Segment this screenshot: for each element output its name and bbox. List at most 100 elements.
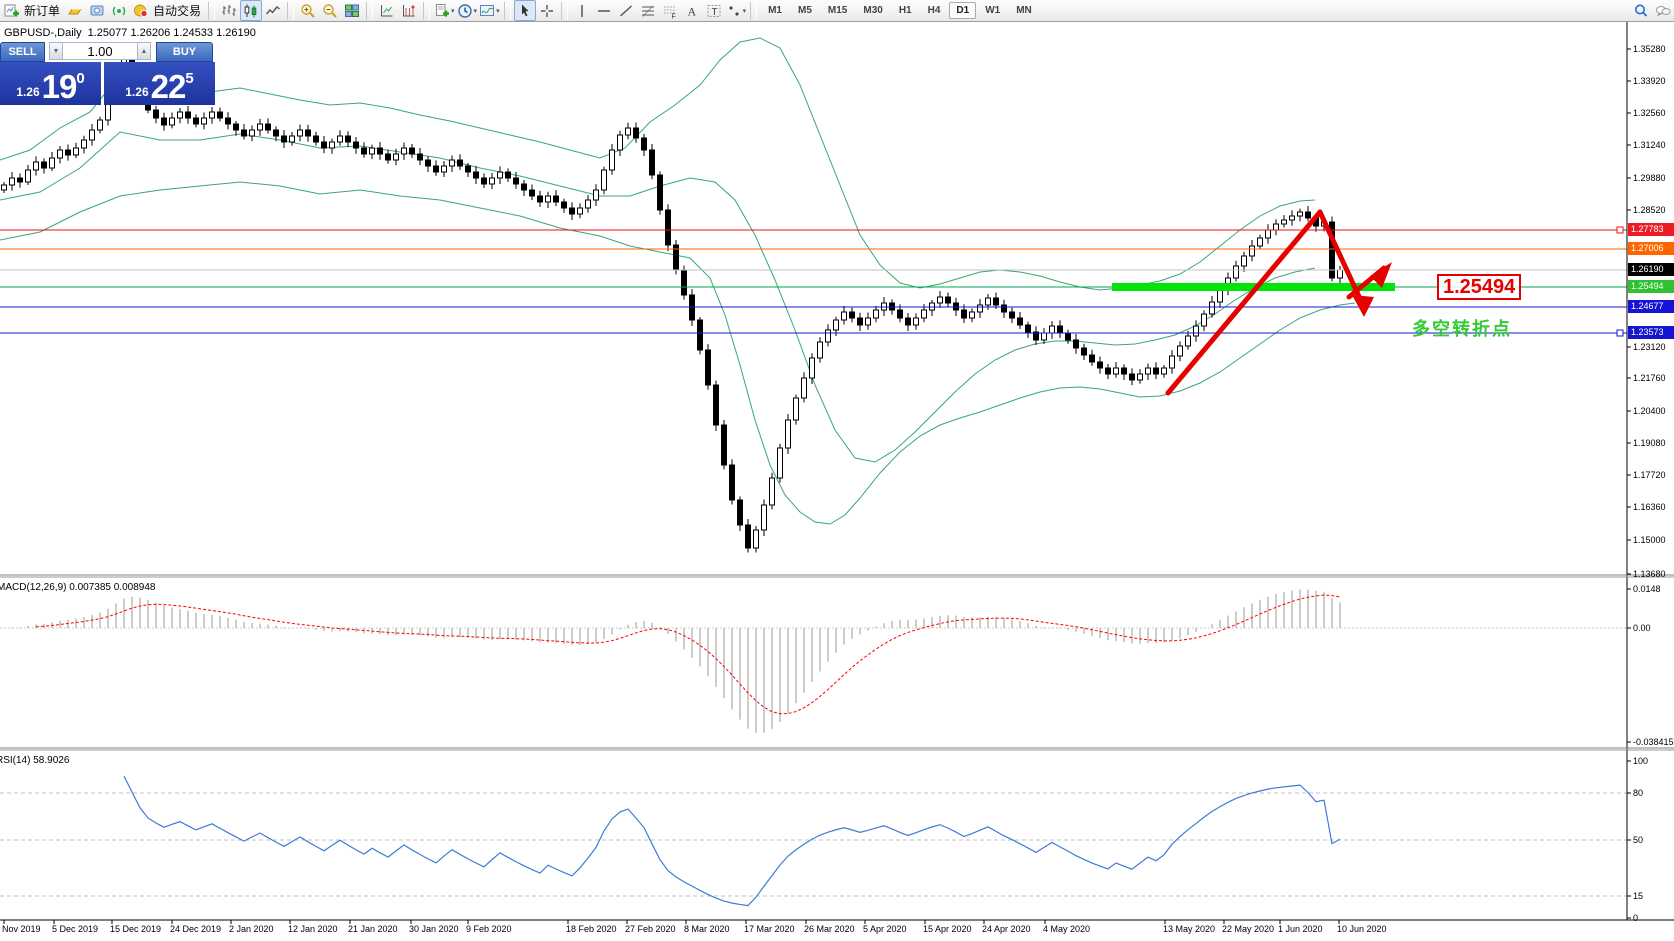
- svg-text:T: T: [711, 7, 717, 18]
- lot-spinner: ▼ ▲: [49, 42, 151, 60]
- toolbar-separator: [504, 2, 511, 20]
- crosshair-tool-button[interactable]: [536, 0, 558, 21]
- indicators-button[interactable]: ▾: [478, 0, 501, 21]
- date-tick-label: 13 May 2020: [1163, 924, 1215, 934]
- fibonacci-tool-button[interactable]: F: [659, 0, 681, 21]
- price-axis-tick-label: 1.29880: [1633, 173, 1666, 183]
- buy-price-display[interactable]: 1.26 22 5: [104, 62, 215, 105]
- trendline-icon: [618, 3, 634, 19]
- trendline-tool-button[interactable]: [615, 0, 637, 21]
- autotrading-button-label[interactable]: 自动交易: [153, 2, 201, 19]
- trade-panel-controls: SELL ▼ ▲ BUY: [0, 42, 215, 60]
- arrange-grid-button[interactable]: [398, 0, 420, 21]
- dropdown-caret-icon: ▾: [451, 7, 455, 15]
- cursor-tool-button[interactable]: [514, 0, 536, 21]
- date-tick-label: 10 Jun 2020: [1337, 924, 1387, 934]
- arrows-tool-button[interactable]: ▾: [725, 0, 748, 21]
- toolbar-separator: [208, 2, 215, 20]
- text-label-tool-button[interactable]: T: [703, 0, 725, 21]
- date-tick-label: 21 Jan 2020: [348, 924, 398, 934]
- timeframe-button-mn[interactable]: MN: [1009, 2, 1039, 19]
- bar-chart-icon: [221, 3, 237, 19]
- line-anchor-handle[interactable]: [1617, 227, 1623, 233]
- date-tick-label: 15 Apr 2020: [923, 924, 972, 934]
- timeframe-button-h1[interactable]: H1: [892, 2, 919, 19]
- template-icon: [434, 3, 450, 19]
- line-anchor-handle[interactable]: [1617, 330, 1623, 336]
- macd-signal-value: 0.008948: [114, 582, 156, 593]
- timeframe-button-w1[interactable]: W1: [978, 2, 1007, 19]
- date-tick-label: 27 Feb 2020: [625, 924, 676, 934]
- lot-decrease-button[interactable]: ▼: [49, 42, 63, 60]
- timeframe-button-m1[interactable]: M1: [761, 2, 789, 19]
- zoom-out-icon: [322, 3, 338, 19]
- autotrading-button[interactable]: [130, 0, 152, 21]
- lot-size-input[interactable]: [63, 42, 137, 60]
- macd-axis-label: -0.038415: [1633, 737, 1674, 747]
- date-tick-label: 26 Mar 2020: [804, 924, 855, 934]
- date-tick-label: 9 Feb 2020: [466, 924, 512, 934]
- turning-point-note[interactable]: 多空转折点: [1412, 315, 1512, 341]
- equidistant-channel-tool-button[interactable]: [637, 0, 659, 21]
- gold-icon: [67, 3, 83, 19]
- mql-icon: [89, 3, 105, 19]
- timeframe-button-d1[interactable]: D1: [949, 2, 976, 19]
- rsi-name: RSI(14): [0, 755, 30, 766]
- gold-button[interactable]: [64, 0, 86, 21]
- toolbar-separator: [366, 2, 373, 20]
- signals-button[interactable]: [108, 0, 130, 21]
- lot-increase-button[interactable]: ▲: [137, 42, 151, 60]
- horizontal-line-tool-button[interactable]: [593, 0, 615, 21]
- trend-arrow-line[interactable]: [1168, 212, 1320, 393]
- mt4-window: 新订单自动交易▾▾▾FAT▾M1M5M15M30H1H4D1W1MN GBPUS…: [0, 0, 1674, 941]
- mql-community-button[interactable]: [86, 0, 108, 21]
- macd-main-value: 0.007385: [69, 582, 111, 593]
- price-axis-highlight-label: 1.23573: [1628, 326, 1674, 339]
- tile-windows-button[interactable]: [341, 0, 363, 21]
- price-axis-tick-label: 1.21760: [1633, 373, 1666, 383]
- timeframe-button-m15[interactable]: M15: [821, 2, 854, 19]
- text-tool-button[interactable]: A: [681, 0, 703, 21]
- periods-button[interactable]: ▾: [456, 0, 479, 21]
- price-axis-tick-label: 1.13680: [1633, 569, 1666, 579]
- bar-chart-mode-button[interactable]: [218, 0, 240, 21]
- trend-arrowhead[interactable]: [1352, 295, 1374, 317]
- date-tick-label: 30 Jan 2020: [409, 924, 459, 934]
- zoom-in-button[interactable]: [297, 0, 319, 21]
- buy-button[interactable]: BUY: [156, 42, 213, 62]
- date-tick-label: 5 Apr 2020: [863, 924, 907, 934]
- chart-frame: [0, 22, 1674, 924]
- sell-button[interactable]: SELL: [0, 42, 45, 62]
- date-tick-label: 24 Dec 2019: [170, 924, 221, 934]
- auto-arrange-button[interactable]: [376, 0, 398, 21]
- search-button[interactable]: [1630, 0, 1652, 21]
- price-callout-label[interactable]: 1.25494: [1437, 274, 1521, 300]
- price-axis-tick-label: 1.35280: [1633, 44, 1666, 54]
- chat-button[interactable]: [1652, 0, 1674, 21]
- dropdown-caret-icon: ▾: [474, 7, 478, 15]
- sell-price-prefix: 1.26: [16, 82, 39, 102]
- one-click-trading-panel: SELL ▼ ▲ BUY 1.26 19 0 1.26 22 5: [0, 42, 215, 105]
- timeframe-button-m30[interactable]: M30: [856, 2, 889, 19]
- trend-arrows[interactable]: [1168, 212, 1392, 393]
- new-order-button-label[interactable]: 新订单: [24, 2, 60, 19]
- sell-price-display[interactable]: 1.26 19 0: [0, 62, 101, 105]
- templates-button[interactable]: ▾: [433, 0, 456, 21]
- timeframe-button-m5[interactable]: M5: [791, 2, 819, 19]
- price-axis-tick-label: 1.31240: [1633, 140, 1666, 150]
- line-chart-mode-button[interactable]: [262, 0, 284, 21]
- crosshair-icon: [539, 3, 555, 19]
- chart-ohlc-values: 1.25077 1.26206 1.24533 1.26190: [88, 27, 256, 39]
- indicators-icon: [479, 3, 495, 19]
- toolbar-separator: [750, 2, 757, 20]
- rsi-axis-label: 0: [1633, 913, 1638, 923]
- timeframe-button-h4[interactable]: H4: [921, 2, 948, 19]
- new-order-button[interactable]: [1, 0, 23, 21]
- vertical-line-tool-button[interactable]: [571, 0, 593, 21]
- zoom-out-button[interactable]: [319, 0, 341, 21]
- rsi-axis-label: 100: [1633, 756, 1648, 766]
- candle-chart-mode-button[interactable]: [240, 0, 262, 21]
- sell-price-sup: 0: [76, 62, 84, 96]
- date-tick-label: Nov 2019: [2, 924, 41, 934]
- toolbar: 新订单自动交易▾▾▾FAT▾M1M5M15M30H1H4D1W1MN: [0, 0, 1674, 22]
